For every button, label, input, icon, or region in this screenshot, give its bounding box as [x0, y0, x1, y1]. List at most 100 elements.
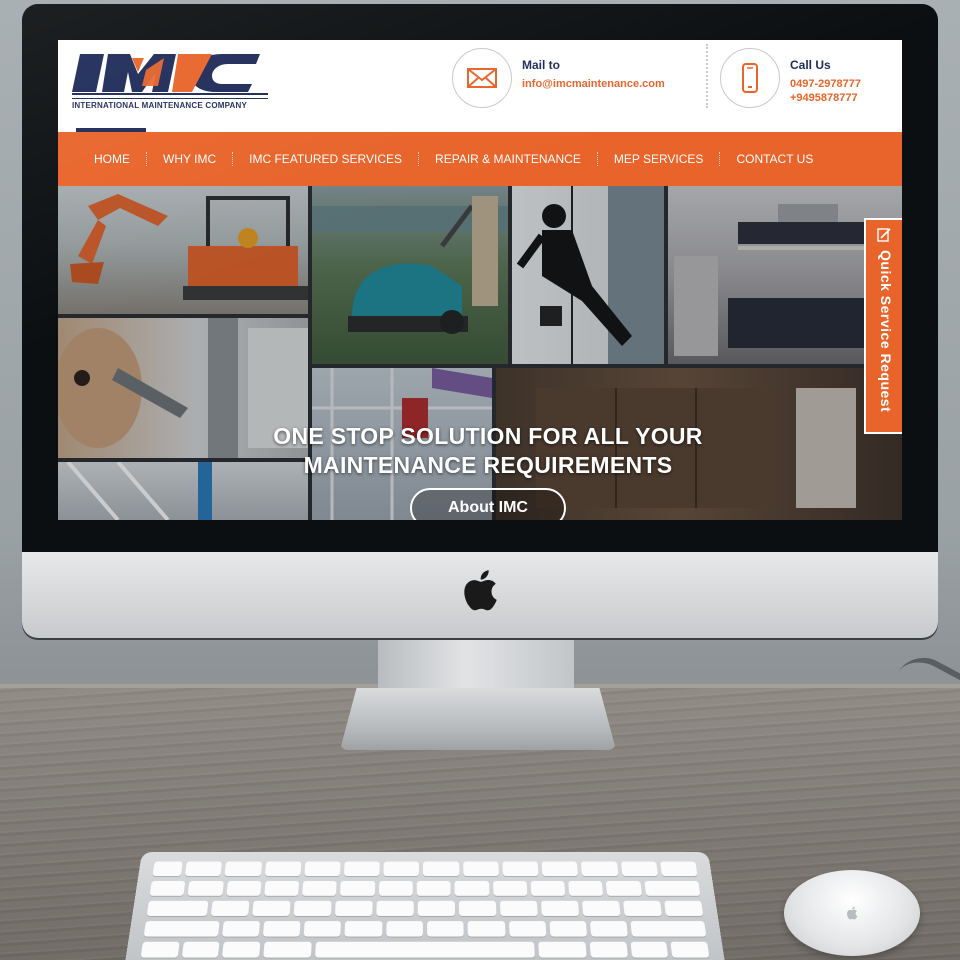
key-row [143, 921, 707, 937]
key [185, 861, 223, 877]
hero-collage: ONE STOP SOLUTION FOR ALL YOUR MAINTENAN… [58, 186, 902, 520]
quick-service-request-tab[interactable]: Quick Service Request [864, 218, 902, 434]
key [568, 880, 604, 896]
nav-featured-services[interactable]: IMC FEATURED SERVICES [233, 152, 418, 166]
key [454, 880, 490, 896]
key [427, 921, 464, 937]
key [140, 941, 180, 958]
key [376, 900, 414, 916]
mail-address-link[interactable]: info@imcmaintenance.com [522, 78, 665, 90]
main-nav: HOME WHY IMC IMC FEATURED SERVICES REPAI… [58, 132, 902, 186]
key [670, 941, 710, 958]
key [664, 900, 704, 916]
key-row [152, 861, 698, 877]
key [187, 880, 224, 896]
apple-logo-icon [464, 570, 497, 611]
key [340, 880, 375, 896]
key [590, 921, 629, 937]
key [378, 880, 413, 896]
key [181, 941, 220, 958]
hero-headline-line-2: MAINTENANCE REQUIREMENTS [303, 452, 673, 478]
key [538, 941, 587, 958]
nav-home[interactable]: HOME [78, 152, 146, 166]
key [540, 900, 580, 916]
spacebar-key [315, 941, 535, 958]
mail-icon-circle [452, 48, 512, 108]
keyboard [123, 852, 727, 960]
key [620, 861, 658, 877]
key [499, 900, 538, 916]
key [344, 921, 383, 937]
envelope-icon [467, 68, 497, 88]
key [146, 900, 209, 916]
key [549, 921, 588, 937]
key [589, 941, 628, 958]
key [581, 900, 621, 916]
key [344, 861, 381, 877]
hero-headline: ONE STOP SOLUTION FOR ALL YOUR MAINTENAN… [208, 422, 768, 480]
apple-logo-icon [847, 906, 858, 920]
key [264, 861, 302, 877]
key [143, 921, 220, 937]
key [222, 941, 261, 958]
key [302, 880, 338, 896]
nav-why-imc[interactable]: WHY IMC [147, 152, 232, 166]
nav-repair-maintenance[interactable]: REPAIR & MAINTENANCE [419, 152, 597, 166]
key [606, 880, 642, 896]
key [492, 880, 528, 896]
key [423, 861, 460, 877]
key [644, 880, 701, 896]
key-row [146, 900, 704, 916]
quick-service-label: Quick Service Request [878, 250, 894, 413]
key [416, 880, 451, 896]
key-row [149, 880, 701, 896]
key [508, 921, 547, 937]
nav-contact-us[interactable]: CONTACT US [720, 152, 829, 166]
key [530, 880, 566, 896]
magic-mouse [784, 870, 920, 956]
imac-stand-neck [378, 632, 574, 692]
key [334, 900, 373, 916]
phone-number-2[interactable]: +9495878777 [790, 92, 858, 104]
key [293, 900, 332, 916]
key [251, 900, 291, 916]
key [417, 900, 455, 916]
key [462, 861, 499, 877]
key [467, 921, 506, 937]
key [385, 921, 423, 937]
key [623, 900, 662, 916]
about-imc-button[interactable]: About IMC [410, 488, 566, 520]
key [660, 861, 698, 877]
key [152, 861, 183, 877]
mail-contact[interactable]: Mail to info@imcmaintenance.com [452, 48, 702, 112]
website-screen: INTERNATIONAL MAINTENANCE COMPANY Mail t… [58, 40, 902, 520]
key [630, 921, 707, 937]
key [502, 861, 539, 877]
header-divider [706, 44, 708, 108]
key [303, 921, 342, 937]
phone-number-1[interactable]: 0497-2978777 [790, 78, 861, 90]
key [210, 900, 250, 916]
site-header: INTERNATIONAL MAINTENANCE COMPANY Mail t… [58, 40, 902, 140]
key [225, 880, 262, 896]
key [264, 880, 300, 896]
edit-form-icon [877, 228, 891, 242]
key [263, 941, 312, 958]
key [224, 861, 262, 877]
key [630, 941, 669, 958]
key [304, 861, 341, 877]
key [262, 921, 301, 937]
mobile-phone-icon [742, 63, 758, 93]
key [541, 861, 579, 877]
key [458, 900, 497, 916]
key-row [140, 941, 710, 958]
key [149, 880, 186, 896]
mail-title: Mail to [522, 58, 560, 72]
logo-subtitle: INTERNATIONAL MAINTENANCE COMPANY [72, 98, 268, 110]
hero-headline-line-1: ONE STOP SOLUTION FOR ALL YOUR [273, 423, 703, 449]
phone-contact[interactable]: Call Us 0497-2978777 +9495878777 [720, 48, 900, 112]
key [383, 861, 420, 877]
key [581, 861, 619, 877]
imc-logo[interactable]: INTERNATIONAL MAINTENANCE COMPANY [72, 50, 268, 110]
nav-mep-services[interactable]: MEP SERVICES [598, 152, 720, 166]
